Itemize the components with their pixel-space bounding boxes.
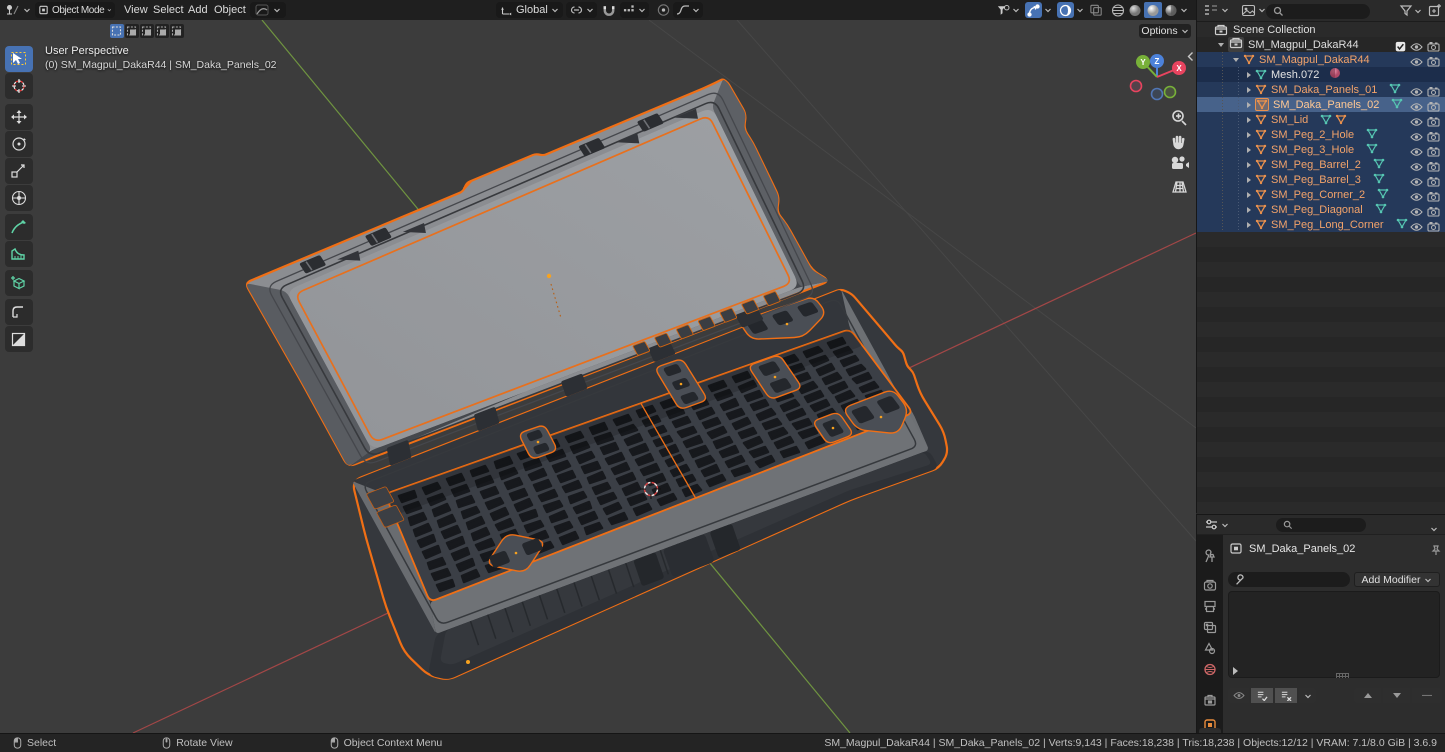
svg-text:Z: Z — [1155, 57, 1160, 66]
svg-text:Y: Y — [1140, 58, 1146, 67]
svg-text:X: X — [1176, 64, 1182, 73]
